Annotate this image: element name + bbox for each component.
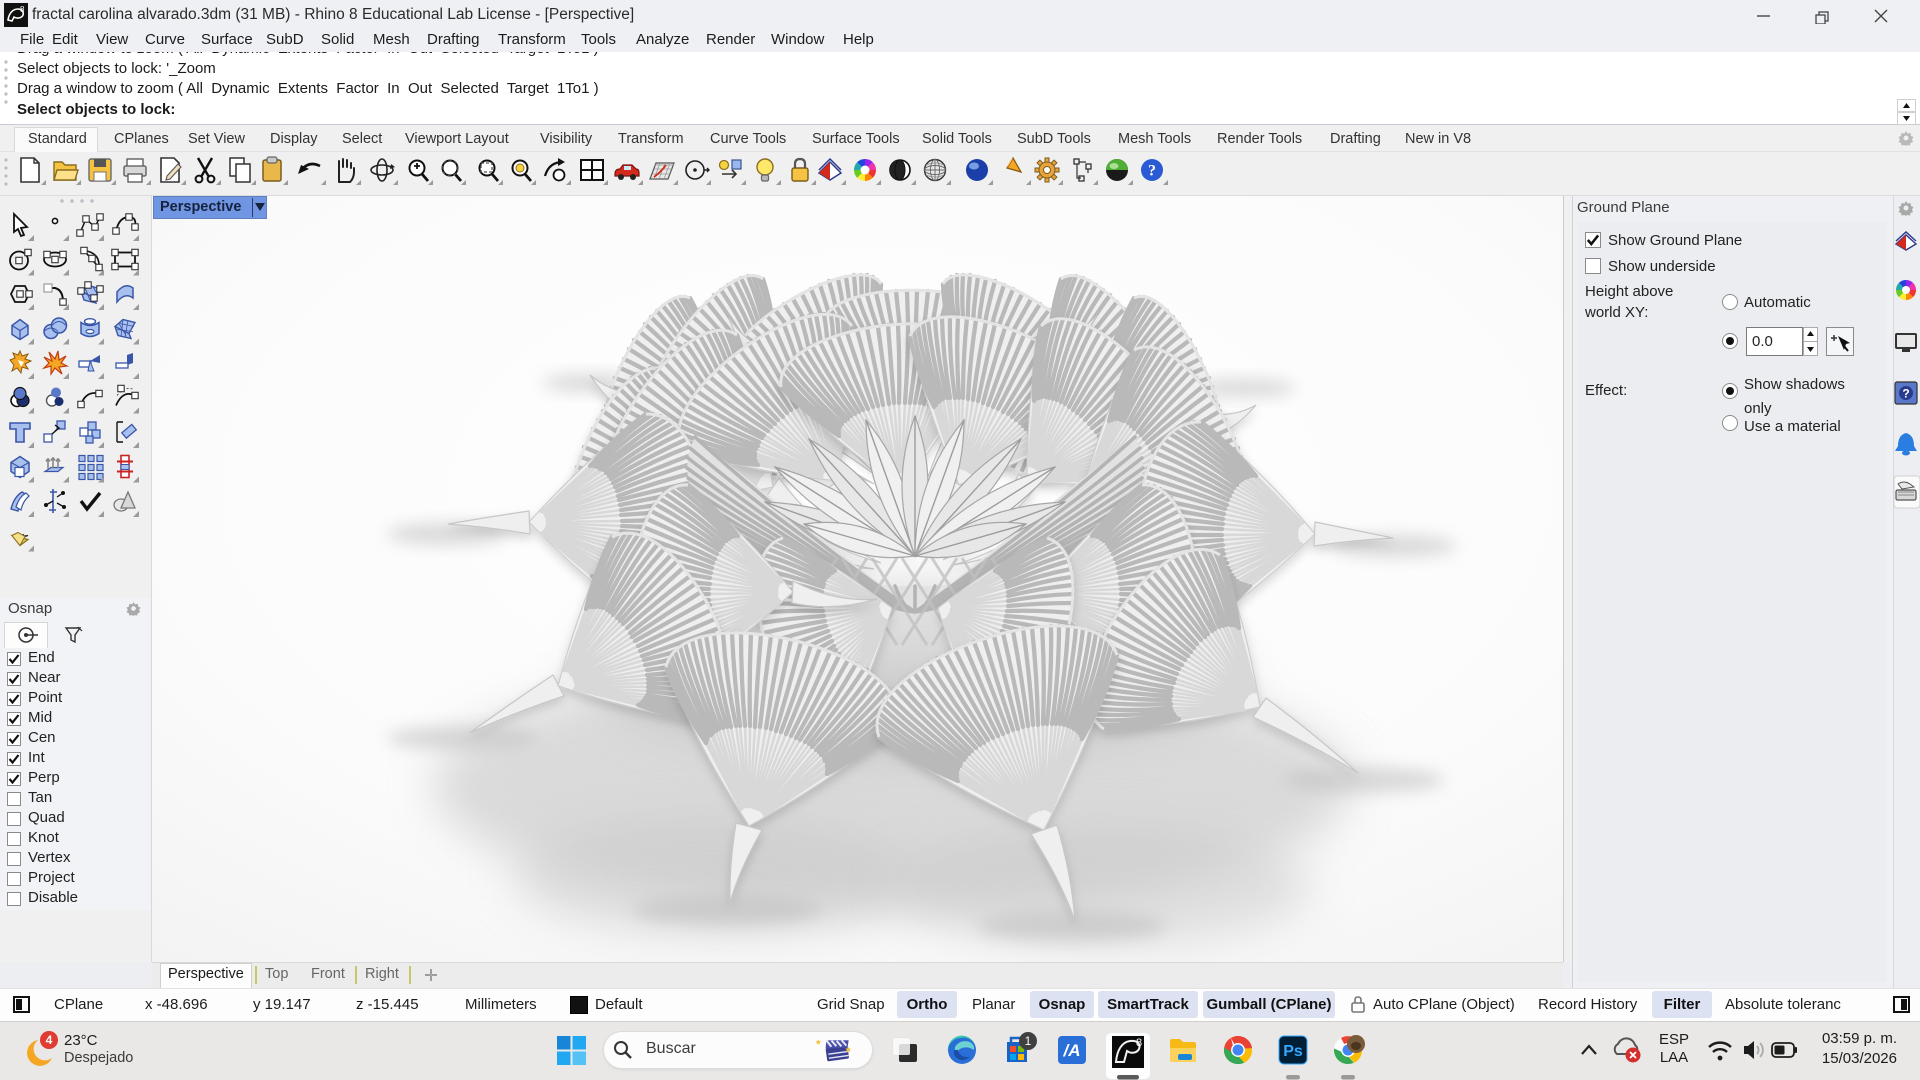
svg-text:8: 8 [1136,1037,1142,1049]
svg-text:/A: /A [1063,1041,1081,1060]
svg-text:ESP: ESP [1659,1031,1689,1048]
svg-text:1: 1 [1025,1034,1032,1048]
svg-text:LAA: LAA [1660,1049,1688,1066]
svg-text:4: 4 [46,1033,53,1047]
svg-text:?: ? [1902,387,1909,401]
svg-text:Ps: Ps [1283,1043,1303,1060]
svg-text:?: ? [1148,163,1156,180]
svg-text:8: 8 [20,5,25,14]
